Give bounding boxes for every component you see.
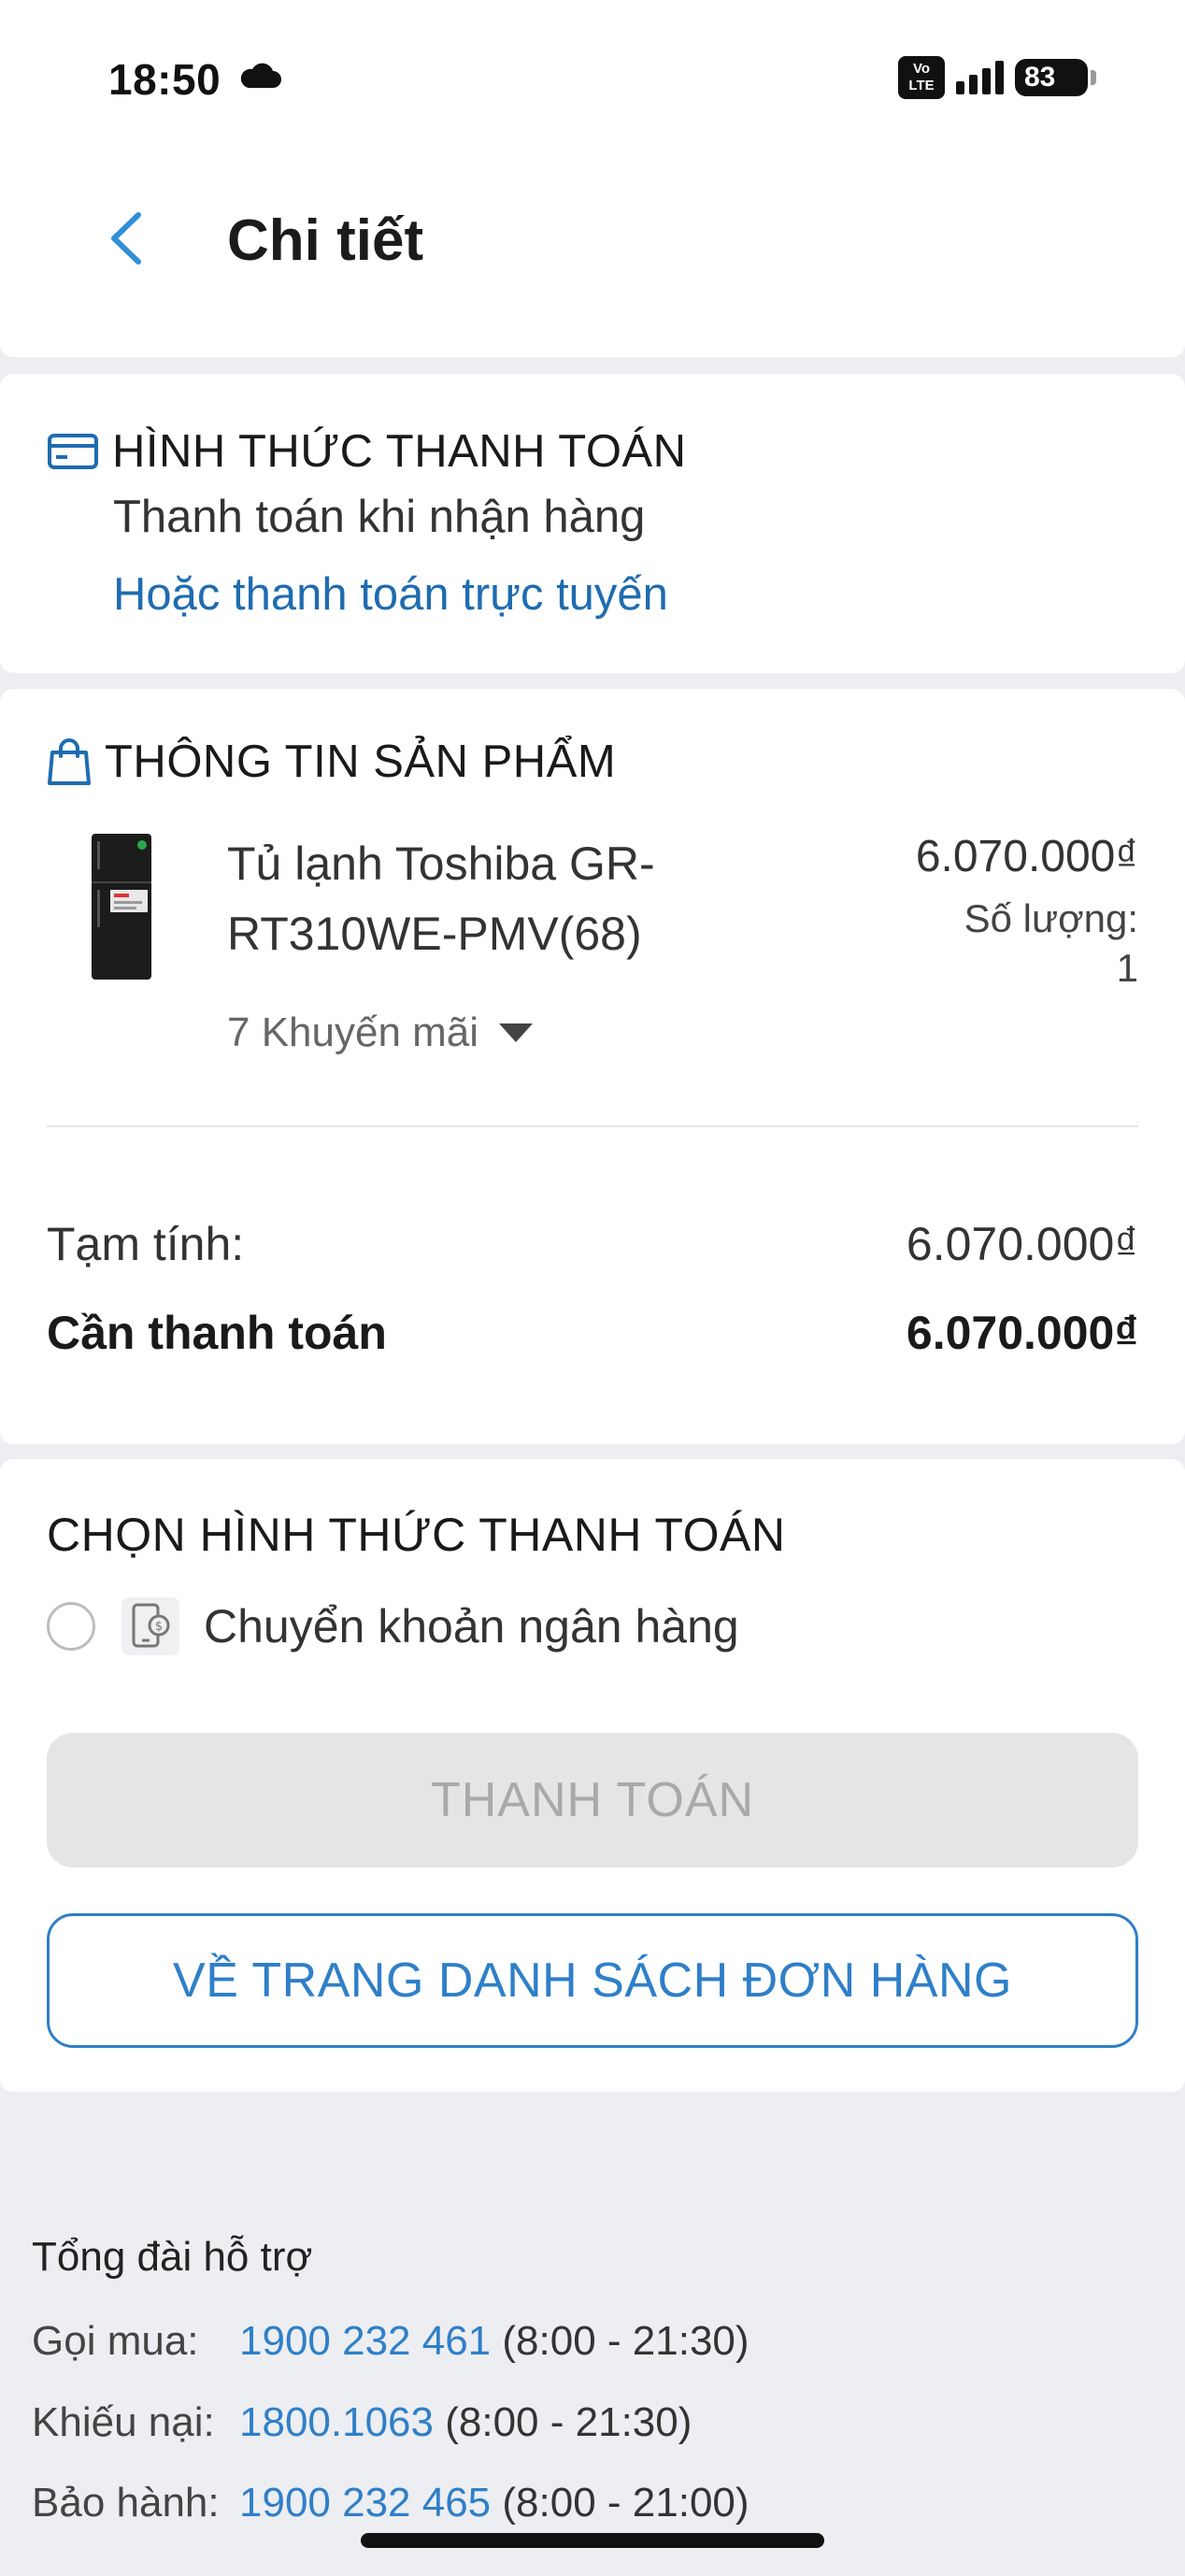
support-phone-buy[interactable]: 1900 232 461 <box>239 2318 491 2364</box>
bank-transfer-radio[interactable] <box>47 1602 95 1651</box>
subtotal-row: Tạm tính: 6.070.000₫ <box>47 1217 1138 1271</box>
volte-badge: Vo LTE <box>898 56 945 99</box>
promotions-label: 7 Khuyến mãi <box>227 1009 479 1055</box>
battery-icon: 83 <box>1015 59 1096 96</box>
home-indicator[interactable] <box>361 2533 824 2548</box>
order-detail-screen: 18:50 Vo LTE 83 Chi tiết HÌNH THỨC THANH… <box>0 0 1185 2576</box>
total-value: 6.070.000₫ <box>906 1307 1138 1359</box>
status-bar: 18:50 Vo LTE 83 <box>0 0 1185 150</box>
back-to-orders-button[interactable]: VỀ TRANG DANH SÁCH ĐƠN HÀNG <box>47 1913 1138 2048</box>
app-header: Chi tiết <box>0 150 1185 357</box>
support-section: Tổng đài hỗ trợ Gọi mua: 1900 232 461 (8:… <box>32 2234 750 2526</box>
caret-down-icon <box>499 1023 534 1042</box>
payment-method-title: HÌNH THỨC THANH TOÁN <box>112 426 687 477</box>
divider <box>47 1125 1138 1127</box>
bank-transfer-label: Chuyển khoản ngân hàng <box>204 1600 739 1653</box>
total-row: Cần thanh toán 6.070.000₫ <box>47 1306 1138 1360</box>
shopping-bag-icon <box>48 738 91 785</box>
signal-icon <box>956 61 1004 94</box>
payment-method-card: HÌNH THỨC THANH TOÁN Thanh toán khi nhận… <box>0 374 1185 673</box>
card-icon <box>48 434 98 469</box>
support-line-warranty: Bảo hành: 1900 232 465 (8:00 - 21:00) <box>32 2480 750 2526</box>
product-info-title: THÔNG TIN SẢN PHẨM <box>105 737 617 787</box>
promotions-toggle[interactable]: 7 Khuyến mãi <box>227 1009 535 1056</box>
online-payment-link[interactable]: Hoặc thanh toán trực tuyến <box>113 568 668 621</box>
quantity-value: 1 <box>1116 946 1138 990</box>
support-line-buy: Gọi mua: 1900 232 461 (8:00 - 21:30) <box>32 2318 750 2364</box>
product-image[interactable] <box>90 832 153 981</box>
svg-text:$: $ <box>155 1620 163 1634</box>
battery-level: 83 <box>1024 62 1056 93</box>
support-line-complaint: Khiếu nại: 1800.1063 (8:00 - 21:30) <box>32 2399 692 2445</box>
support-phone-complaint[interactable]: 1800.1063 <box>239 2399 434 2445</box>
bank-transfer-icon: $ <box>121 1597 179 1655</box>
support-phone-warranty[interactable]: 1900 232 465 <box>239 2480 491 2526</box>
payment-method-header: HÌNH THỨC THANH TOÁN <box>47 425 687 478</box>
page-title: Chi tiết <box>227 208 424 273</box>
payment-method-value: Thanh toán khi nhận hàng <box>113 492 646 542</box>
product-price: 6.070.000₫ <box>915 832 1138 881</box>
payment-option-bank-transfer[interactable]: $ Chuyển khoản ngân hàng <box>47 1597 739 1655</box>
pay-button[interactable]: THANH TOÁN <box>47 1733 1138 1868</box>
subtotal-label: Tạm tính: <box>47 1218 245 1270</box>
support-title: Tổng đài hỗ trợ <box>32 2234 313 2280</box>
status-indicators: Vo LTE 83 <box>898 56 1096 99</box>
total-label: Cần thanh toán <box>47 1307 387 1359</box>
back-chevron-icon[interactable] <box>97 206 153 271</box>
product-info-card: THÔNG TIN SẢN PHẨM Tủ lạnh Toshiba GR-RT… <box>0 689 1185 1444</box>
choose-payment-card: CHỌN HÌNH THỨC THANH TOÁN $ Chuyển khoản… <box>0 1459 1185 2092</box>
choose-payment-title: CHỌN HÌNH THỨC THANH TOÁN <box>47 1509 786 1561</box>
quantity-label: Số lượng: <box>964 896 1138 940</box>
cloud-icon <box>240 63 281 88</box>
product-name[interactable]: Tủ lạnh Toshiba GR-RT310WE-PMV(68) <box>227 829 881 969</box>
subtotal-value: 6.070.000₫ <box>906 1218 1138 1270</box>
status-time: 18:50 <box>108 55 221 104</box>
product-info-header: THÔNG TIN SẢN PHẨM <box>47 736 616 788</box>
